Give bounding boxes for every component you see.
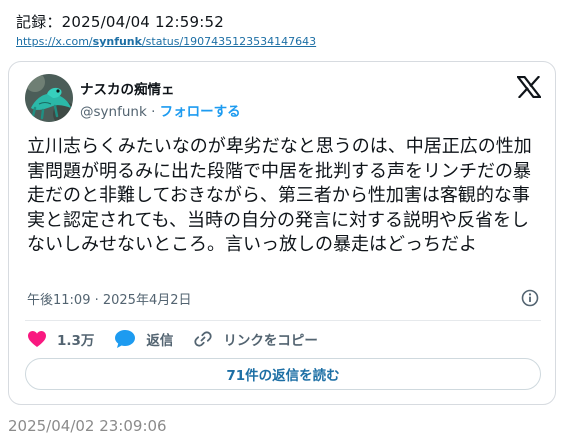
like-count: 1.3万 [57,333,95,349]
copy-link-button[interactable]: リンクをコピー [193,329,318,349]
tweet-url-link[interactable]: https://x.com/synfunk/status/19074351235… [16,35,316,48]
heart-icon [28,331,46,347]
record-title: 記録：2025/04/04 12:59:52 [16,13,224,31]
avatar-image [25,74,73,122]
read-replies-button[interactable]: 71件の返信を読む [25,358,541,390]
link-icon [194,331,213,347]
reply-label: 返信 [146,333,174,349]
footer-date: 2025/04/02 23:09:06 [8,417,167,435]
tweet-timestamp[interactable]: 午後11:09 · 2025年4月2日 [27,289,192,308]
copy-link-label: リンクをコピー [223,333,318,349]
url-suffix: /status/1907435123534147643 [141,35,317,48]
display-name[interactable]: ナスカの痴情ェ [80,78,175,98]
reply-button[interactable]: 返信 [114,329,173,349]
separator: · [151,104,156,120]
handle-row: @synfunk · フォローする [80,100,241,120]
x-logo-icon[interactable] [517,76,541,98]
avatar[interactable] [25,74,73,122]
tweet-text: 立川志らくみたいなのが卑劣だなと思うのは、中居正広の性加害問題が明るみに出た段階… [27,136,532,255]
handle[interactable]: @synfunk [80,104,147,120]
divider [25,320,541,321]
tweet-card: ナスカの痴情ェ @synfunk · フォローする 立川志らくみたいなのが卑劣だ… [8,61,556,405]
follow-button[interactable]: フォローする [160,104,241,120]
speech-bubble-icon [115,330,136,348]
action-bar: 1.3万 返信 リンクをコピー [27,328,338,350]
url-prefix: https://x.com/ [16,35,93,48]
url-user: synfunk [92,35,142,48]
info-icon[interactable] [521,289,539,307]
like-button[interactable]: 1.3万 [27,329,94,349]
